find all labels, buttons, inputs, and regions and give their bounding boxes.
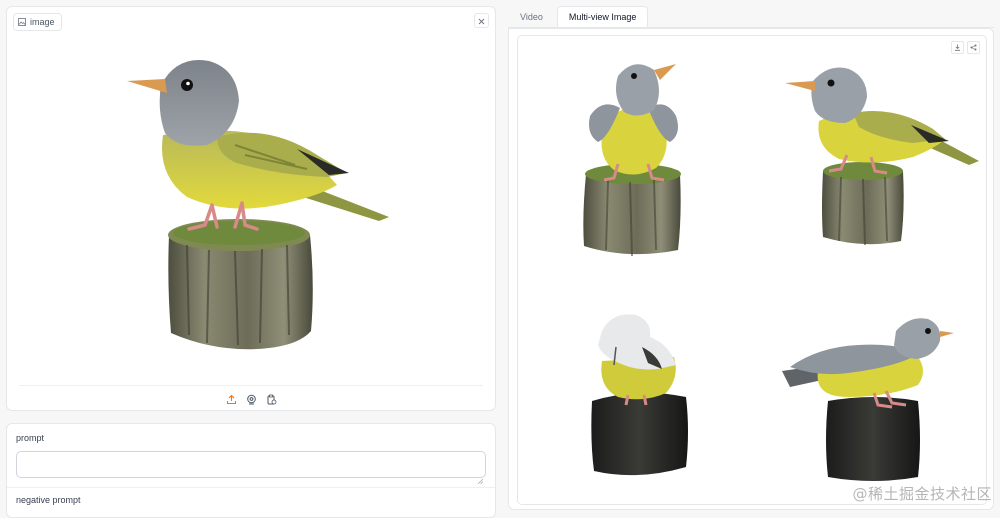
upload-icon[interactable] — [225, 393, 237, 405]
front-view-image — [583, 64, 681, 256]
prompt-panel: prompt negative prompt — [6, 423, 496, 518]
download-icon[interactable] — [951, 41, 964, 54]
output-tabs: Video Multi-view Image — [508, 6, 649, 27]
multi-view-image-gallery — [517, 35, 987, 505]
side-view-image — [782, 318, 954, 481]
clipboard-icon[interactable] — [265, 393, 277, 405]
webcam-icon[interactable] — [245, 393, 257, 405]
upload-source-bar — [7, 393, 495, 405]
tab-video[interactable]: Video — [508, 6, 555, 27]
share-icon[interactable] — [967, 41, 980, 54]
multi-view-panel — [508, 28, 994, 510]
image-icon — [18, 18, 26, 26]
watermark: @稀土掘金技术社区 — [852, 485, 992, 503]
prompt-divider — [7, 487, 495, 488]
upload-divider — [19, 385, 483, 386]
prompt-input[interactable] — [16, 451, 486, 478]
clear-image-button[interactable] — [474, 13, 489, 28]
negative-prompt-label: negative prompt — [16, 495, 81, 505]
gallery-actions — [951, 41, 980, 54]
image-input-panel: image — [6, 6, 496, 411]
tab-multi-view-image[interactable]: Multi-view Image — [556, 6, 649, 27]
image-label-text: image — [30, 17, 55, 27]
close-icon — [478, 12, 485, 30]
prompt-label: prompt — [16, 433, 45, 443]
input-bird-image — [127, 60, 389, 350]
three-quarter-view-image — [785, 67, 979, 246]
image-block-label: image — [13, 13, 62, 31]
back-view-image — [591, 314, 688, 476]
